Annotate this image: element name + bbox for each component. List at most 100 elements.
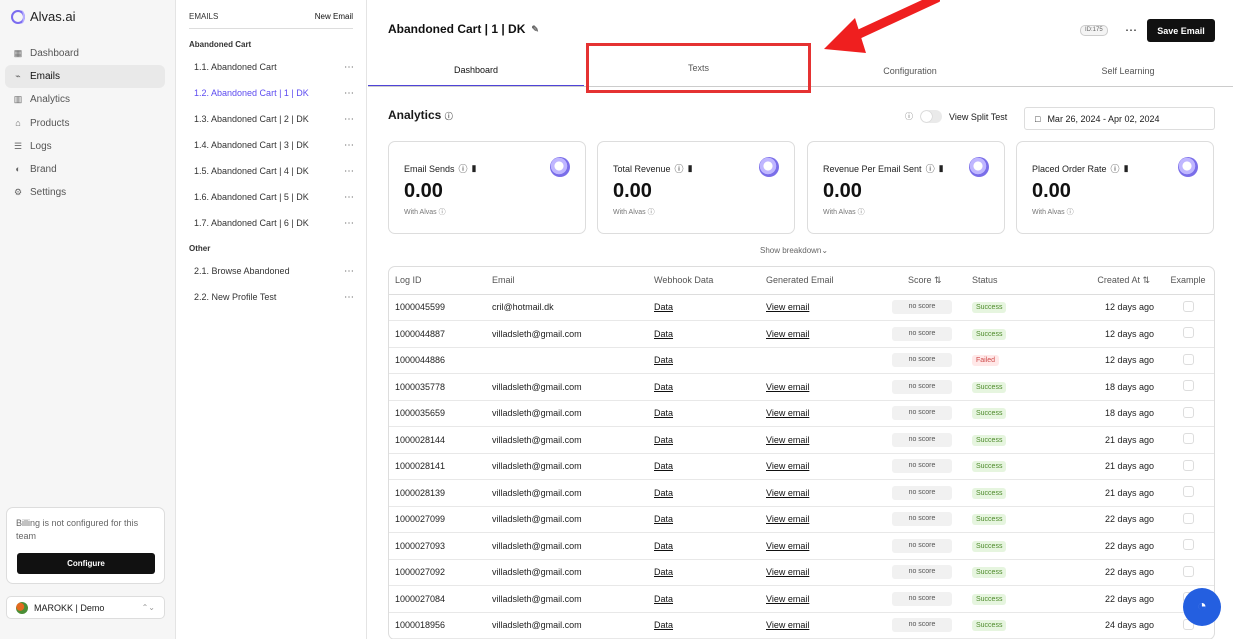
webhook-data-link[interactable]: Data	[654, 461, 673, 471]
webhook-data-link[interactable]: Data	[654, 382, 673, 392]
webhook-data-link[interactable]: Data	[654, 620, 673, 630]
status-badge: Success	[972, 567, 1007, 579]
example-checkbox[interactable]	[1182, 380, 1194, 392]
more-icon[interactable]: ⋯	[344, 140, 354, 151]
emails-title: EMAILS	[189, 12, 219, 21]
tab-texts[interactable]: Texts	[586, 43, 811, 93]
log-id-cell: 1000045599	[389, 294, 492, 321]
view-email-link[interactable]: View email	[766, 620, 809, 630]
example-checkbox[interactable]	[1182, 327, 1194, 339]
view-email-link[interactable]: View email	[766, 302, 809, 312]
webhook-data-link[interactable]: Data	[654, 488, 673, 498]
view-email-link[interactable]: View email	[766, 488, 809, 498]
example-checkbox[interactable]	[1182, 459, 1194, 471]
sidebar-item-products[interactable]: ⌂ Products	[5, 112, 165, 135]
view-email-link[interactable]: View email	[766, 514, 809, 524]
pencil-icon[interactable]: ✎	[531, 24, 539, 35]
date-range-picker[interactable]: □ Mar 26, 2024 - Apr 02, 2024	[1024, 107, 1215, 130]
more-icon[interactable]: ⋯	[344, 192, 354, 203]
more-icon[interactable]: ⋯	[344, 292, 354, 303]
view-split-test-toggle[interactable]	[920, 110, 942, 123]
view-email-link[interactable]: View email	[766, 567, 809, 577]
webhook-data-link[interactable]: Data	[654, 514, 673, 524]
example-checkbox[interactable]	[1182, 353, 1194, 365]
log-id-cell: 1000044887	[389, 320, 492, 348]
webhook-data-link[interactable]: Data	[654, 567, 673, 577]
email-item[interactable]: 1.6. Abandoned Cart | 5 | DK ⋯	[194, 188, 354, 206]
save-email-button[interactable]: Save Email	[1147, 19, 1215, 42]
webhook-data-link[interactable]: Data	[654, 541, 673, 551]
webhook-data-link[interactable]: Data	[654, 594, 673, 604]
email-item[interactable]: 1.7. Abandoned Cart | 6 | DK ⋯	[194, 214, 354, 232]
alvas-ring-icon	[759, 157, 779, 177]
more-icon[interactable]: ⋯	[1125, 23, 1137, 37]
webhook-data-link[interactable]: Data	[654, 435, 673, 445]
example-checkbox[interactable]	[1182, 539, 1194, 551]
new-email-button[interactable]: New Email	[315, 12, 353, 28]
card-label-text: Placed Order Rate	[1032, 163, 1107, 174]
view-email-link[interactable]: View email	[766, 382, 809, 392]
metric-card-placed-order-rate: Placed Order Rate ⓘ ▮ 0.00 With Alvas ⓘ	[1016, 141, 1214, 234]
webhook-data-link[interactable]: Data	[654, 408, 673, 418]
more-icon[interactable]: ⋯	[344, 218, 354, 229]
show-breakdown-button[interactable]: Show breakdown⌄	[760, 246, 828, 255]
email-cell: villadsleth@gmail.com	[492, 585, 654, 613]
more-icon[interactable]: ⋯	[344, 88, 354, 99]
table-row: 1000044887 villadsleth@gmail.com Data View …	[389, 320, 1214, 348]
column-created-at[interactable]: Created At ⇅	[1080, 267, 1160, 295]
score-badge: no score	[892, 353, 952, 368]
configure-button[interactable]: Configure	[17, 553, 155, 574]
webhook-data-link[interactable]: Data	[654, 355, 673, 365]
example-checkbox[interactable]	[1182, 406, 1194, 418]
column-webhook-data: Webhook Data	[654, 267, 766, 295]
email-item[interactable]: 1.1. Abandoned Cart ⋯	[194, 58, 354, 76]
example-checkbox[interactable]	[1182, 433, 1194, 445]
sidebar-item-dashboard[interactable]: ▦ Dashboard	[5, 42, 165, 65]
table-row: 1000027099 villadsleth@gmail.com Data View …	[389, 506, 1214, 533]
view-email-link[interactable]: View email	[766, 329, 809, 339]
email-item[interactable]: 1.4. Abandoned Cart | 3 | DK ⋯	[194, 136, 354, 154]
sidebar-item-settings[interactable]: ⚙ Settings	[5, 181, 165, 204]
card-value: 0.00	[613, 180, 652, 202]
column-score[interactable]: Score ⇅	[892, 267, 972, 295]
tab-dashboard[interactable]: Dashboard	[368, 55, 584, 86]
email-item-active[interactable]: 1.2. Abandoned Cart | 1 | DK ⋯	[194, 84, 354, 102]
tab-bar: Dashboard Texts Configuration Self Learn…	[368, 43, 1233, 93]
view-email-link[interactable]: View email	[766, 408, 809, 418]
email-item[interactable]: 1.5. Abandoned Cart | 4 | DK ⋯	[194, 162, 354, 180]
email-cell: villadsleth@gmail.com	[492, 373, 654, 401]
example-checkbox[interactable]	[1182, 300, 1194, 312]
view-email-link[interactable]: View email	[766, 541, 809, 551]
example-checkbox[interactable]	[1182, 486, 1194, 498]
email-item[interactable]: 1.3. Abandoned Cart | 2 | DK ⋯	[194, 110, 354, 128]
more-icon[interactable]: ⋯	[344, 114, 354, 125]
example-checkbox[interactable]	[1182, 565, 1194, 577]
view-email-link[interactable]: View email	[766, 594, 809, 604]
log-id-cell: 1000035659	[389, 400, 492, 427]
email-item[interactable]: 2.1. Browse Abandoned ⋯	[194, 262, 354, 280]
trash-icon: ▮	[687, 163, 693, 173]
webhook-data-link[interactable]: Data	[654, 302, 673, 312]
analytics-icon: ▥	[13, 94, 23, 105]
sidebar-item-emails[interactable]: ⌁ Emails	[5, 65, 165, 89]
more-icon[interactable]: ⋯	[344, 62, 354, 73]
more-icon[interactable]: ⋯	[344, 266, 354, 277]
view-email-link[interactable]: View email	[766, 461, 809, 471]
sidebar-item-analytics[interactable]: ▥ Analytics	[5, 88, 165, 111]
example-checkbox[interactable]	[1182, 512, 1194, 524]
team-name: MAROKK | Demo	[34, 602, 105, 613]
tab-self-learning[interactable]: Self Learning	[1020, 55, 1233, 86]
more-icon[interactable]: ⋯	[344, 166, 354, 177]
info-icon: ⓘ	[674, 164, 684, 174]
help-chat-icon[interactable]: ◔	[1183, 588, 1221, 626]
view-email-link[interactable]: View email	[766, 435, 809, 445]
card-label-text: Total Revenue	[613, 163, 671, 174]
sidebar-item-logs[interactable]: ☰ Logs	[5, 135, 165, 158]
score-badge: no score	[892, 300, 952, 315]
tab-configuration[interactable]: Configuration	[802, 55, 1018, 86]
webhook-data-link[interactable]: Data	[654, 329, 673, 339]
team-selector[interactable]: MAROKK | Demo ⌃⌄	[6, 596, 165, 619]
sidebar-item-brand[interactable]: ◐ Brand	[5, 158, 165, 181]
email-item[interactable]: 2.2. New Profile Test ⋯	[194, 288, 354, 306]
metric-cards: Email Sends ⓘ ▮ 0.00 With Alvas ⓘ Total Reve…	[388, 141, 1215, 234]
